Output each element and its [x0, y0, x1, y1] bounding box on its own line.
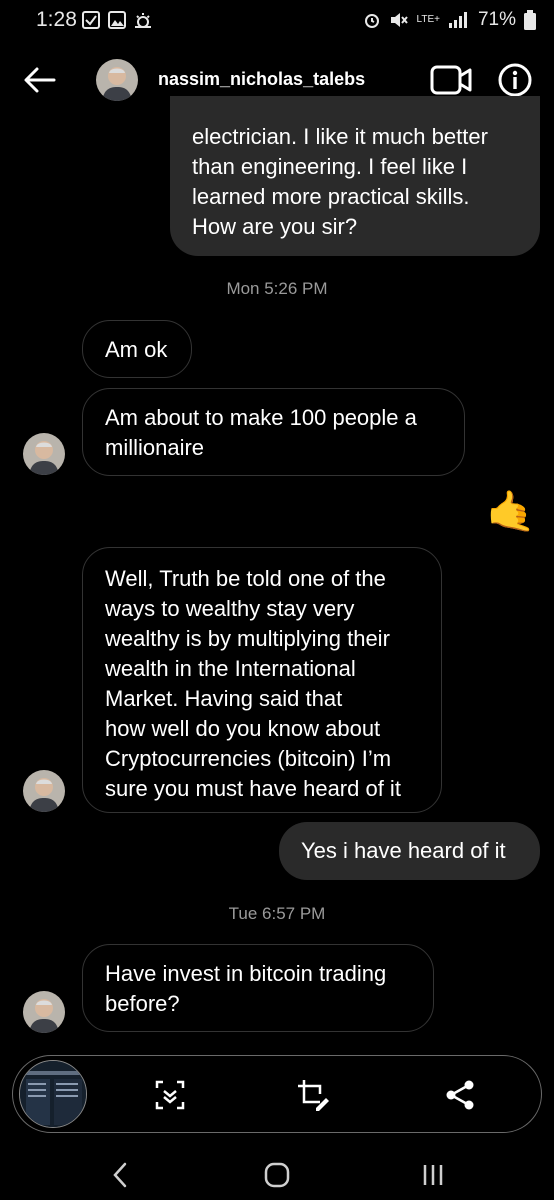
network-type-label: LTE+ [416, 14, 440, 25]
screenshot-thumbnail[interactable] [19, 1060, 87, 1128]
screenshot-toolbar [12, 1055, 542, 1133]
message-text-line: than engineering. I feel like I [192, 154, 468, 179]
received-message-bubble[interactable]: Am ok [82, 320, 192, 378]
message-text-line: how well do you know about [105, 716, 381, 741]
signal-icon [448, 12, 467, 28]
message-text-line: Market. Having said that [105, 686, 343, 711]
call-me-hand-emoji[interactable]: 🤙 [486, 488, 536, 536]
message-text-line: learned more practical skills. [192, 184, 470, 209]
message-text-line: sure you must have heard of it [105, 776, 401, 801]
message-text: Yes i have heard of it [301, 838, 506, 863]
message-text-line: Am about to make 100 people a [105, 405, 417, 430]
status-time: 1:28 [36, 8, 77, 31]
video-call-icon[interactable] [430, 64, 472, 96]
message-text-line: How are you sir? [192, 214, 358, 239]
avatar[interactable] [23, 991, 65, 1033]
back-arrow-icon[interactable] [20, 60, 60, 100]
crop-edit-icon[interactable] [296, 1078, 330, 1112]
message-text-line: wealth in the International [105, 656, 356, 681]
timestamp-divider: Mon 5:26 PM [226, 279, 328, 298]
message-text: Am ok [105, 337, 168, 362]
share-icon[interactable] [443, 1078, 477, 1112]
received-message-bubble[interactable]: Am about to make 100 people a millionair… [82, 388, 465, 476]
message-text-line: Well, Truth be told one of the [105, 566, 386, 591]
checkbox-notification-icon [82, 11, 100, 29]
info-icon[interactable] [497, 62, 533, 98]
message-text-line: electrician. I like it much better [192, 124, 488, 149]
avatar[interactable] [23, 770, 65, 812]
message-text-line: millionaire [105, 435, 205, 460]
message-text-line: before? [105, 991, 180, 1016]
scroll-capture-icon[interactable] [153, 1078, 187, 1112]
avatar[interactable] [23, 433, 65, 475]
message-text-line: Cryptocurrencies (bitcoin) I’m [105, 746, 392, 771]
received-message-bubble[interactable]: Have invest in bitcoin trading before? [82, 944, 434, 1032]
back-nav-icon[interactable] [106, 1160, 136, 1190]
avatar[interactable] [96, 59, 138, 101]
message-text-line: Have invest in bitcoin trading [105, 961, 387, 986]
home-nav-icon[interactable] [262, 1160, 292, 1190]
sent-message-bubble[interactable]: Yes i have heard of it [279, 822, 540, 880]
weather-notification-icon [135, 13, 151, 28]
timestamp-divider: Tue 6:57 PM [228, 904, 326, 923]
mute-icon [390, 13, 408, 27]
battery-icon [524, 10, 536, 30]
message-text-line: ways to wealthy stay very [105, 596, 355, 621]
sent-message-bubble[interactable]: electrician. I like it much better than … [170, 96, 540, 256]
recents-nav-icon[interactable] [418, 1160, 448, 1190]
status-right-cluster: LTE+ 71% [363, 9, 536, 31]
battery-percent: 71% [477, 9, 516, 30]
message-text-line: wealthy is by multiplying their [105, 626, 390, 651]
alarm-icon [364, 14, 379, 28]
gallery-notification-icon [108, 11, 126, 29]
conversation-username[interactable]: nassim_nicholas_talebs [158, 69, 365, 90]
received-message-bubble[interactable]: Well, Truth be told one of the ways to w… [82, 547, 442, 813]
